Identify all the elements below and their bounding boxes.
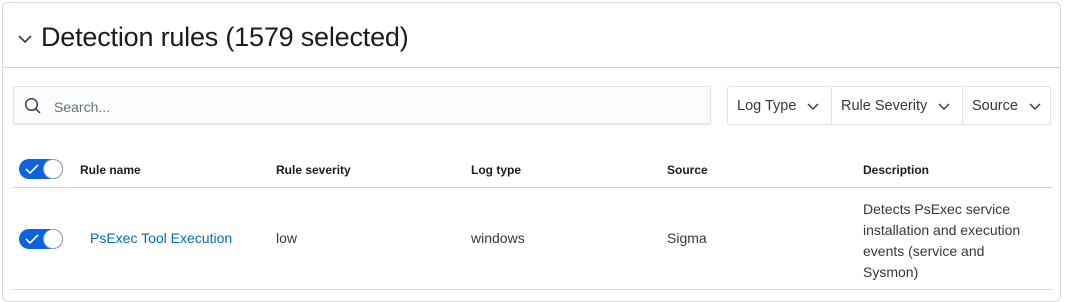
filter-label: Source	[972, 97, 1018, 114]
column-header-rule-severity[interactable]: Rule severity	[276, 163, 351, 177]
column-header-source[interactable]: Source	[667, 163, 708, 177]
rule-enabled-switch[interactable]	[19, 229, 63, 249]
filter-rule-severity[interactable]: Rule Severity	[832, 87, 963, 124]
chevron-down-icon	[1029, 103, 1041, 110]
filter-source[interactable]: Source	[963, 87, 1050, 124]
source-cell: Sigma	[667, 230, 707, 246]
description-cell: Detects PsExec service installation and …	[863, 201, 1021, 280]
rule-severity-cell: low	[276, 230, 298, 246]
search-icon	[24, 97, 41, 114]
check-icon	[25, 234, 39, 245]
rule-name-link[interactable]: PsExec Tool Execution	[90, 230, 232, 246]
filter-group: Log Type Rule Severity Source	[727, 86, 1051, 125]
filter-log-type[interactable]: Log Type	[728, 87, 832, 124]
switch-knob	[43, 229, 63, 249]
panel-header: Detection rules (1579 selected)	[3, 3, 1060, 68]
column-header-log-type[interactable]: Log type	[471, 163, 521, 177]
filter-label: Rule Severity	[841, 97, 928, 114]
page-title: Detection rules (1579 selected)	[41, 22, 409, 52]
chevron-down-icon	[807, 103, 819, 110]
column-header-description[interactable]: Description	[863, 163, 929, 177]
chevron-down-icon	[18, 35, 32, 44]
log-type-cell: windows	[471, 230, 525, 246]
check-icon	[25, 164, 39, 175]
chevron-down-icon	[938, 103, 950, 110]
switch-knob	[43, 159, 63, 179]
column-header-rule-name[interactable]: Rule name	[80, 163, 141, 177]
filter-label: Log Type	[737, 97, 797, 114]
table-header: Rule name Rule severity Log type Source …	[13, 149, 1052, 188]
table-row: PsExec Tool Execution low windows Sigma …	[13, 189, 1052, 290]
search-input[interactable]	[52, 87, 706, 126]
detection-rules-panel: Detection rules (1579 selected) Log Type…	[2, 2, 1061, 302]
search-box[interactable]	[13, 86, 711, 126]
collapse-toggle[interactable]	[15, 29, 35, 49]
select-all-switch[interactable]	[19, 159, 63, 179]
